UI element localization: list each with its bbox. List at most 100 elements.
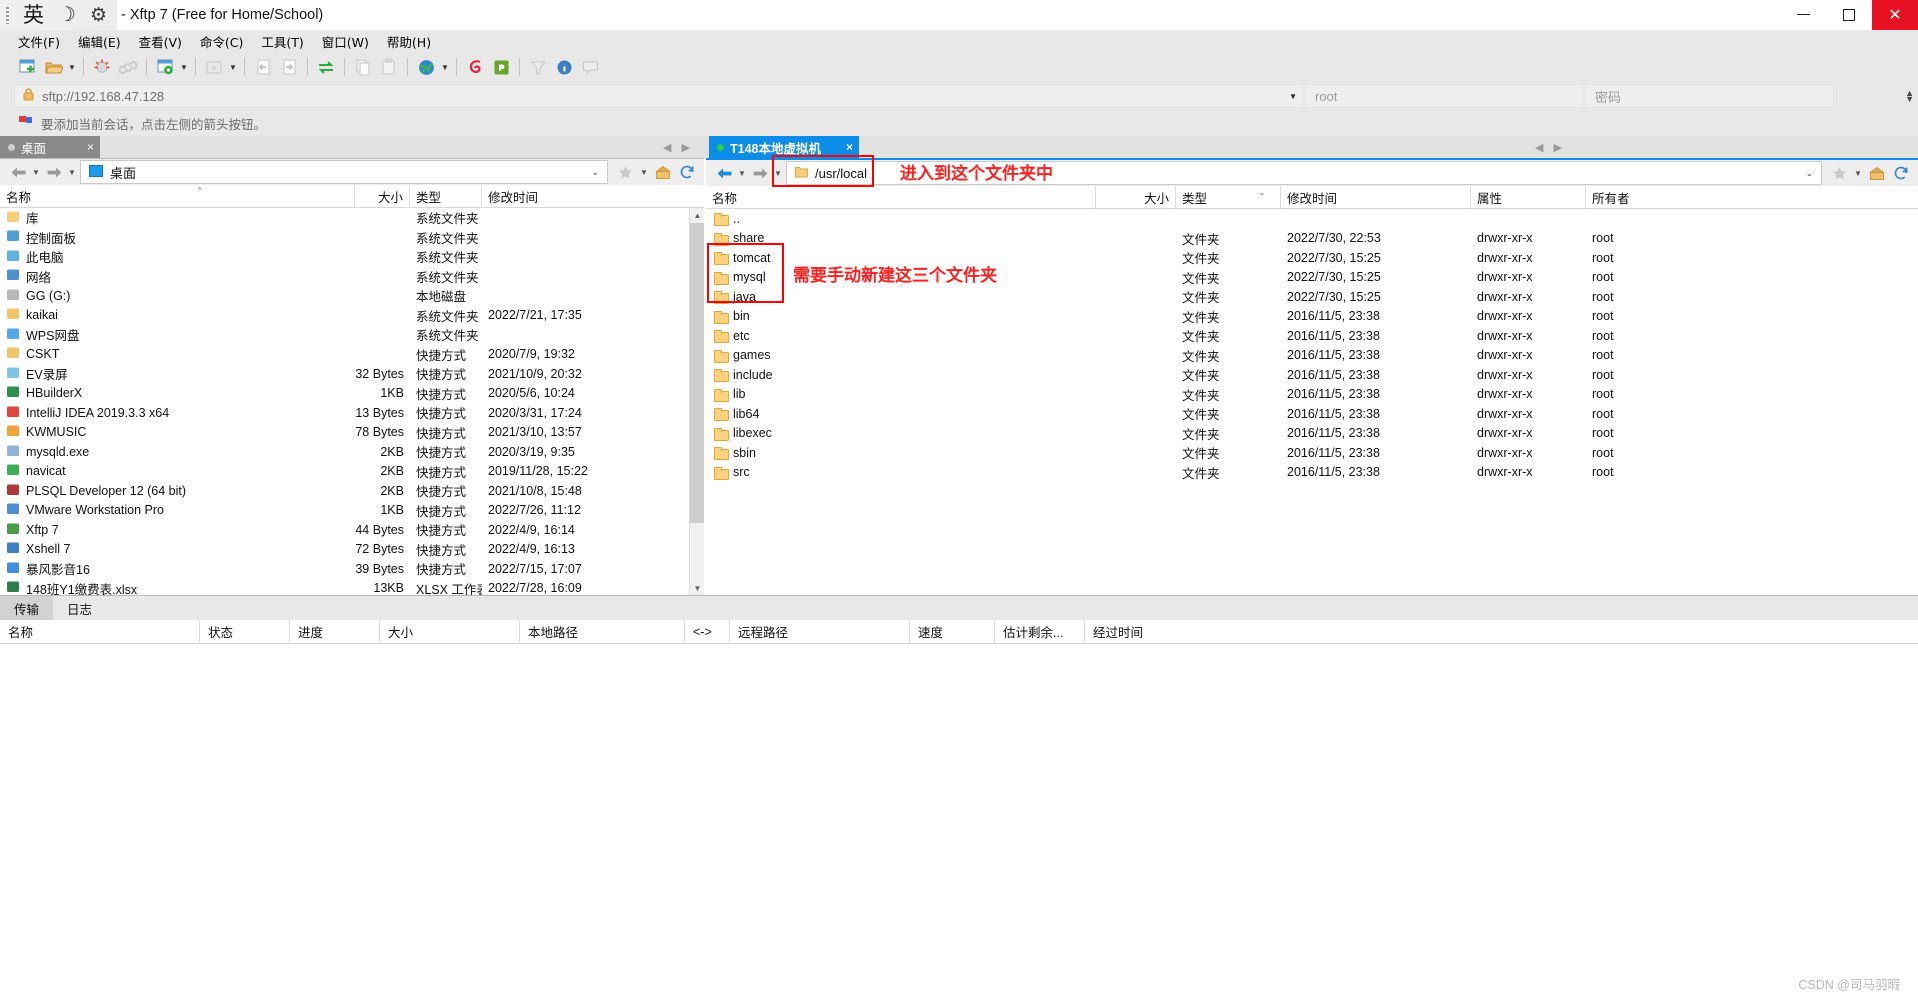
table-row[interactable]: share 文件夹 2022/7/30, 22:53 drwxr-xr-x root	[706, 229, 1918, 249]
transfer-right-icon[interactable]	[276, 54, 302, 80]
right-tab-nav[interactable]: ◀ ▶	[1535, 136, 1562, 158]
table-row[interactable]: Xshell 7 872 Bytes 快捷方式 2022/4/9, 16:13	[0, 540, 704, 560]
back-icon[interactable]	[712, 162, 736, 184]
ime-tray[interactable]: 英 ☽ ⚙	[0, 0, 117, 30]
moon-icon[interactable]: ☽	[58, 5, 76, 25]
table-row[interactable]: HBuilderX 1KB 快捷方式 2020/5/6, 10:24	[0, 384, 704, 404]
scroll-arrows[interactable]: ▲ ▼	[1905, 89, 1914, 104]
transfer-col-elapsed[interactable]: 经过时间	[1085, 620, 1205, 644]
remote-col-attr[interactable]: 属性	[1471, 185, 1586, 209]
transfer-col-size[interactable]: 大小	[380, 619, 520, 644]
scroll-down-icon[interactable]: ▼	[1905, 95, 1914, 104]
tab-remote-session[interactable]: T148本地虚拟机 ×	[709, 136, 859, 158]
gear-icon[interactable]: ⚙	[90, 6, 107, 25]
back-icon[interactable]	[6, 161, 30, 183]
remote-col-size[interactable]: 大小	[1096, 185, 1176, 209]
ime-drag-handle[interactable]	[6, 6, 9, 24]
table-row[interactable]: VMware Workstation Pro 1KB 快捷方式 2022/7/26, …	[0, 501, 704, 521]
table-row[interactable]: ..	[706, 209, 1918, 229]
bookmark-star-icon[interactable]	[1828, 162, 1850, 184]
left-tab-nav[interactable]: ◀ ▶	[663, 136, 690, 158]
chevron-down-icon[interactable]: ▼	[1289, 92, 1297, 101]
forward-icon[interactable]	[42, 161, 66, 183]
tab-desktop-close-icon[interactable]: ×	[87, 140, 94, 154]
comment-icon[interactable]	[577, 54, 603, 80]
transfer-col-speed[interactable]: 速度	[910, 619, 995, 644]
bookmark-dropdown-icon[interactable]: ▼	[638, 168, 650, 177]
table-row[interactable]: IntelliJ IDEA 2019.3.3 x64 713 Bytes 快捷方式 2…	[0, 403, 704, 423]
remote-col-owner[interactable]: 所有者	[1586, 186, 1746, 209]
ime-language-icon[interactable]: 英	[23, 4, 44, 26]
transfer-col-direction[interactable]: <->	[685, 619, 730, 644]
tab-next-icon[interactable]: ▶	[681, 141, 689, 154]
transfer-col-name[interactable]: 名称	[0, 619, 200, 644]
table-row[interactable]: sbin 文件夹 2016/11/5, 23:38 drwxr-xr-x root	[706, 443, 1918, 463]
menu-help[interactable]: 帮助(H)	[387, 32, 431, 51]
tab-log[interactable]: 日志	[53, 596, 106, 620]
table-row[interactable]: java 文件夹 2022/7/30, 15:25 drwxr-xr-x root	[706, 287, 1918, 307]
home-folder-icon[interactable]	[1866, 162, 1888, 184]
copy-icon[interactable]	[350, 54, 376, 80]
minimize-button[interactable]	[1780, 0, 1826, 30]
open-folder-icon[interactable]	[40, 54, 66, 80]
chevron-down-icon[interactable]: ⌄	[591, 167, 599, 178]
transfer-list-body[interactable]	[0, 644, 1918, 1004]
table-row[interactable]: games 文件夹 2016/11/5, 23:38 drwxr-xr-x root	[706, 346, 1918, 366]
session-settings-icon[interactable]	[152, 54, 178, 80]
bookmark-dropdown-icon[interactable]: ▼	[1852, 169, 1864, 178]
home-folder-icon[interactable]	[652, 161, 674, 183]
new-session-icon[interactable]	[14, 54, 40, 80]
table-row[interactable]: 暴风影音16 739 Bytes 快捷方式 2022/7/15, 17:07	[0, 559, 704, 579]
transfer-col-progress[interactable]: 进度	[290, 619, 380, 644]
menu-window[interactable]: 窗口(W)	[322, 32, 369, 51]
properties-icon[interactable]	[551, 54, 577, 80]
menu-tools[interactable]: 工具(T)	[261, 32, 303, 51]
table-row[interactable]: GG (G:) 本地磁盘	[0, 286, 704, 306]
refresh-icon[interactable]	[676, 161, 698, 183]
menu-command[interactable]: 命令(C)	[200, 32, 243, 51]
tab-desktop[interactable]: 桌面 ×	[0, 136, 100, 158]
refresh-icon[interactable]	[1890, 162, 1912, 184]
menu-file[interactable]: 文件(F)	[18, 32, 60, 51]
forward-icon[interactable]	[748, 162, 772, 184]
bookmark-star-icon[interactable]	[614, 161, 636, 183]
address-input[interactable]: sftp://192.168.47.128 ▼	[14, 84, 1304, 108]
close-button[interactable]: ✕	[1872, 0, 1918, 30]
table-row[interactable]: EV录屏 932 Bytes 快捷方式 2021/10/9, 20:32	[0, 364, 704, 384]
scroll-up-icon[interactable]: ▲	[690, 208, 704, 223]
table-row[interactable]: etc 文件夹 2016/11/5, 23:38 drwxr-xr-x root	[706, 326, 1918, 346]
local-col-size[interactable]: 大小	[355, 184, 410, 208]
local-col-name[interactable]: 名称	[0, 184, 355, 208]
run-dropdown-icon[interactable]: ▼	[227, 54, 239, 80]
table-row[interactable]: Xftp 7 844 Bytes 快捷方式 2022/4/9, 16:14	[0, 520, 704, 540]
run-icon[interactable]	[201, 54, 227, 80]
table-row[interactable]: lib64 文件夹 2016/11/5, 23:38 drwxr-xr-x root	[706, 404, 1918, 424]
table-row[interactable]: kaikai 系统文件夹 2022/7/21, 17:35	[0, 306, 704, 326]
username-input[interactable]: root	[1304, 84, 1584, 108]
table-row[interactable]: 库 系统文件夹	[0, 208, 704, 228]
table-row[interactable]: KWMUSIC 978 Bytes 快捷方式 2021/3/10, 13:57	[0, 423, 704, 443]
forward-dropdown-icon[interactable]: ▼	[772, 169, 784, 178]
scroll-thumb[interactable]	[690, 223, 704, 523]
chevron-down-icon[interactable]: ⌄	[1805, 168, 1813, 179]
local-path-input[interactable]: 桌面 ⌄	[80, 160, 608, 184]
sync-transfer-icon[interactable]	[313, 54, 339, 80]
tab-next-icon[interactable]: ▶	[1553, 141, 1561, 154]
tab-remote-close-icon[interactable]: ×	[846, 140, 853, 154]
transfer-col-status[interactable]: 状态	[200, 619, 290, 644]
tab-prev-icon[interactable]: ◀	[1535, 141, 1543, 154]
menu-view[interactable]: 查看(V)	[139, 32, 182, 51]
paste-icon[interactable]	[376, 54, 402, 80]
remote-col-modified[interactable]: 修改时间	[1281, 185, 1471, 209]
table-row[interactable]: navicat 2KB 快捷方式 2019/11/28, 15:22	[0, 462, 704, 482]
local-vertical-scrollbar[interactable]: ▲ ▼	[689, 208, 704, 596]
back-dropdown-icon[interactable]: ▼	[30, 168, 42, 177]
scroll-down-icon[interactable]: ▼	[690, 581, 704, 596]
transfer-left-icon[interactable]	[250, 54, 276, 80]
table-row[interactable]: include 文件夹 2016/11/5, 23:38 drwxr-xr-x root	[706, 365, 1918, 385]
maximize-button[interactable]	[1826, 0, 1872, 30]
table-row[interactable]: 148班Y1缴费表.xlsx 13KB XLSX 工作表 2022/7/28, 16:…	[0, 579, 704, 596]
link-icon[interactable]	[115, 54, 141, 80]
transfer-col-remaining[interactable]: 估计剩余...	[995, 619, 1085, 644]
table-row[interactable]: 此电脑 系统文件夹	[0, 247, 704, 267]
